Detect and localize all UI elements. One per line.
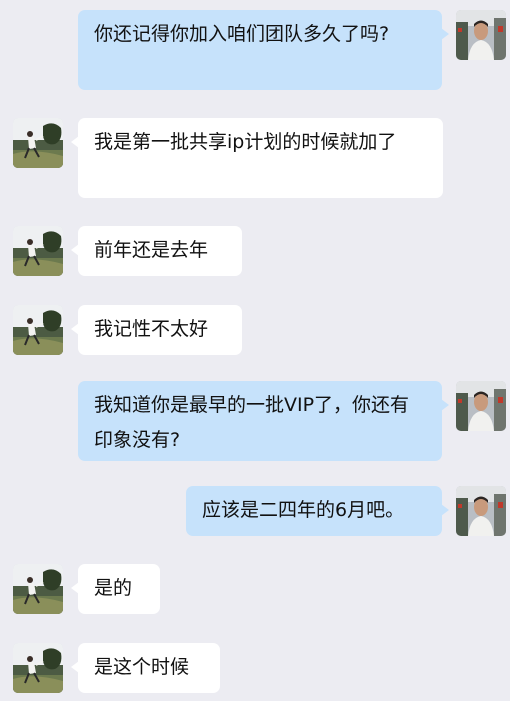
outdoor-scene-photo-avatar-icon — [13, 564, 63, 614]
contact-avatar[interactable] — [13, 643, 63, 693]
message-text: 我是第一批共享ip计划的时候就加了 — [94, 131, 397, 153]
contact-avatar[interactable] — [13, 226, 63, 276]
message-text: 应该是二四年的6月吧。 — [202, 499, 405, 521]
outdoor-scene-photo-avatar-icon — [13, 305, 63, 355]
message-text: 我记性不太好 — [94, 318, 209, 340]
contact-avatar[interactable] — [13, 564, 63, 614]
my-avatar[interactable] — [456, 10, 506, 60]
contact-avatar[interactable] — [13, 118, 63, 168]
my-avatar[interactable] — [456, 486, 506, 536]
message-bubble-sent[interactable]: 应该是二四年的6月吧。 — [186, 486, 449, 536]
outdoor-scene-photo-avatar-icon — [13, 118, 63, 168]
outdoor-scene-photo-avatar-icon — [13, 643, 63, 693]
message-bubble-received[interactable]: 我记性不太好 — [71, 305, 242, 355]
person-photo-avatar-icon — [456, 10, 506, 60]
message-bubble-received[interactable]: 我是第一批共享ip计划的时候就加了 — [71, 118, 443, 198]
message-bubble-received[interactable]: 是这个时候 — [71, 643, 220, 693]
message-bubble-sent[interactable]: 你还记得你加入咱们团队多久了吗? — [78, 10, 449, 90]
message-text: 是这个时候 — [94, 656, 190, 678]
message-text: 你还记得你加入咱们团队多久了吗? — [94, 23, 390, 45]
person-photo-avatar-icon — [456, 486, 506, 536]
my-avatar[interactable] — [456, 381, 506, 431]
message-bubble-received[interactable]: 是的 — [71, 564, 160, 614]
contact-avatar[interactable] — [13, 305, 63, 355]
message-text: 前年还是去年 — [94, 239, 209, 261]
message-bubble-sent[interactable]: 我知道你是最早的一批VIP了，你还有印象没有? — [78, 381, 449, 461]
message-bubble-received[interactable]: 前年还是去年 — [71, 226, 242, 276]
message-text: 我知道你是最早的一批VIP了，你还有印象没有? — [94, 394, 410, 451]
outdoor-scene-photo-avatar-icon — [13, 226, 63, 276]
person-photo-avatar-icon — [456, 381, 506, 431]
message-text: 是的 — [94, 577, 133, 599]
